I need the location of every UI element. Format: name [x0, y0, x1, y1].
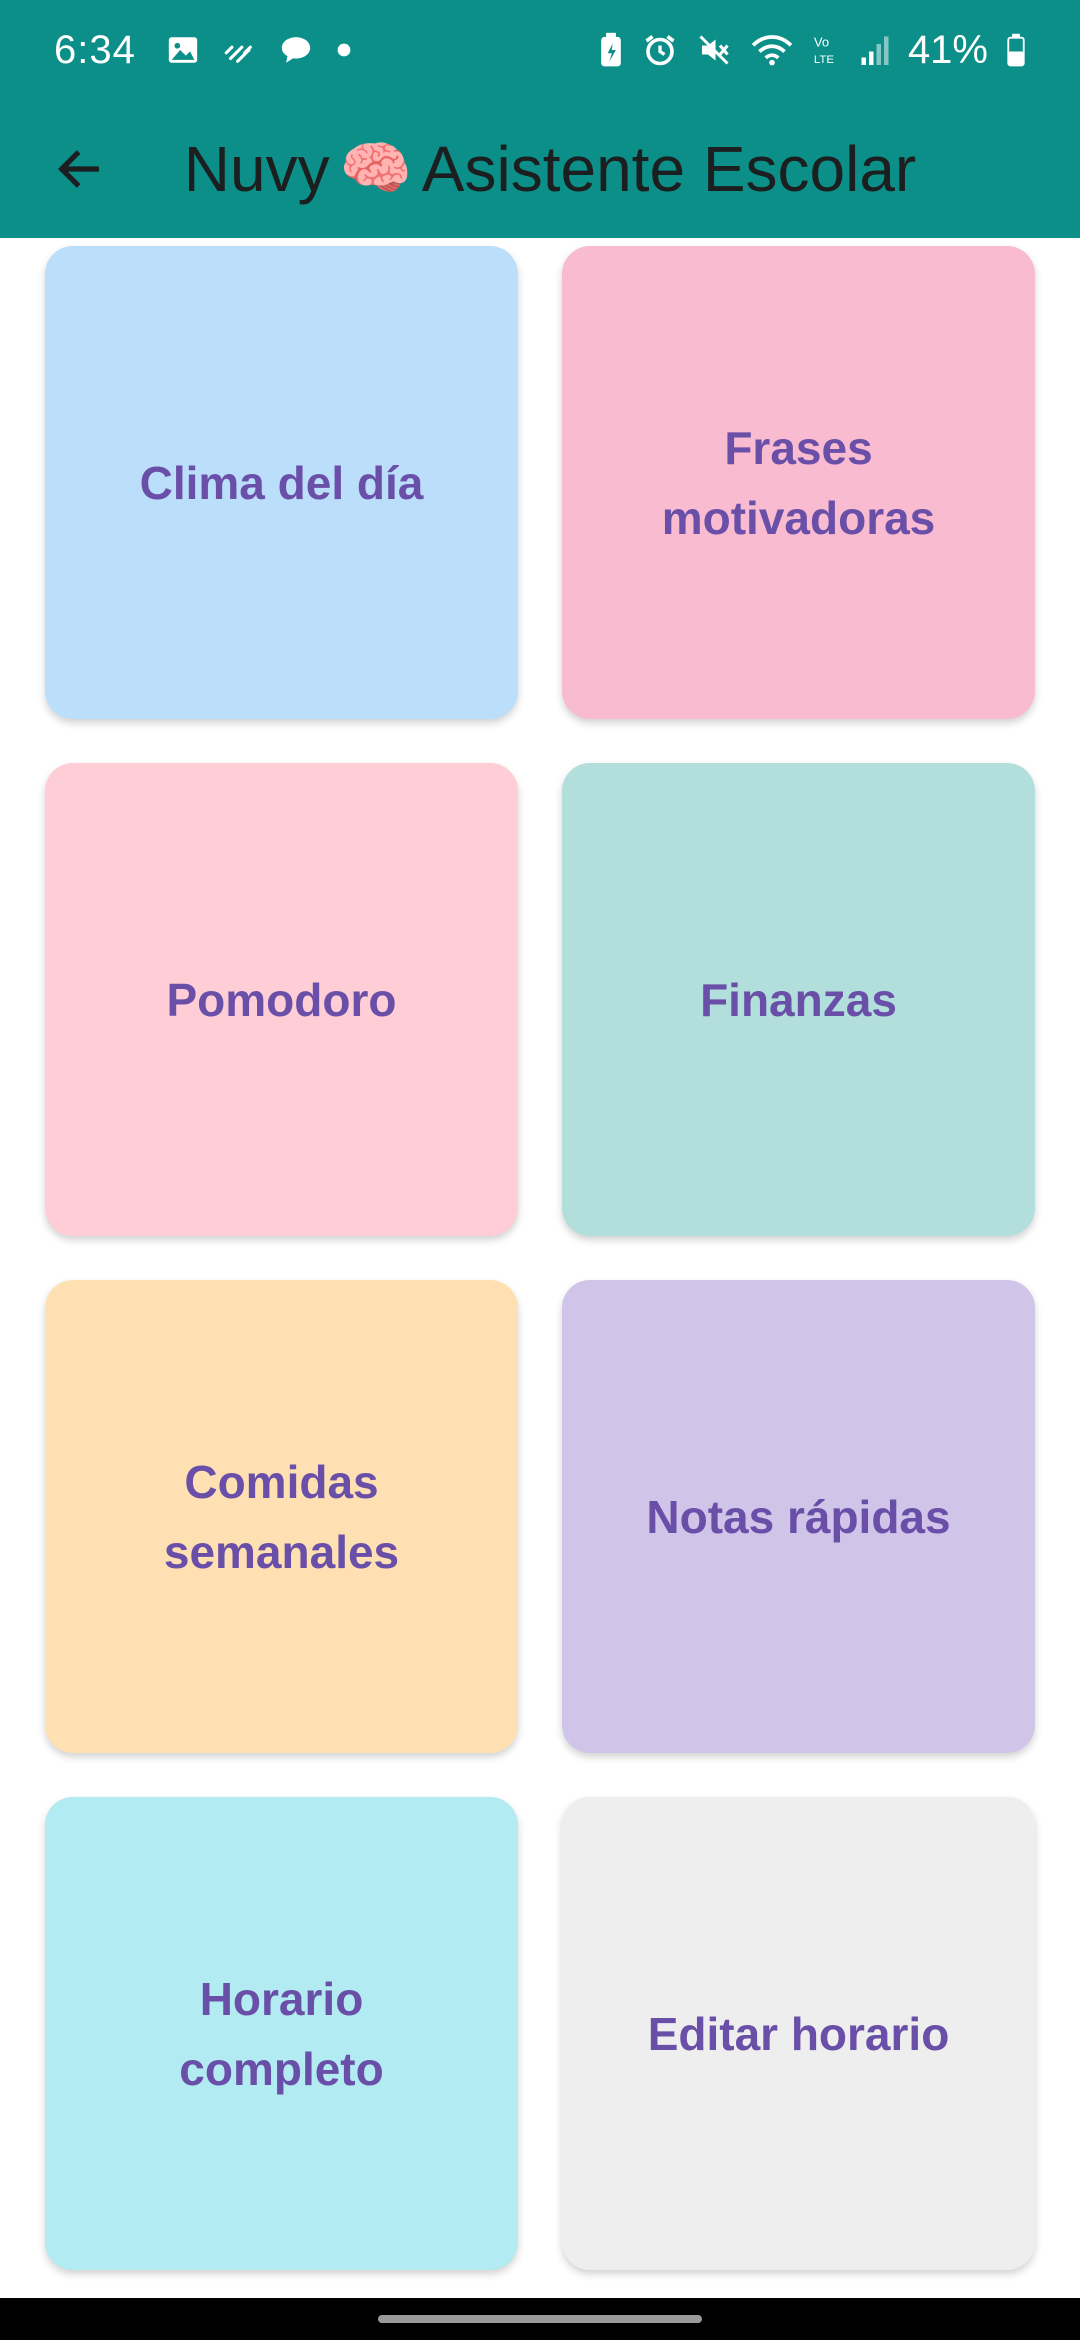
svg-text:LTE: LTE — [814, 54, 834, 66]
tile-label: Notas rápidas — [646, 1490, 951, 1543]
title-text-prefix: Nuvy — [183, 133, 330, 205]
tile-label: Clima del día — [139, 456, 424, 509]
tile-label: Horario completo — [179, 1972, 384, 2095]
tile-label: Finanzas — [700, 973, 897, 1026]
tile-label: Pomodoro — [166, 973, 397, 1026]
title-text-suffix: Asistente Escolar — [421, 133, 917, 205]
signal-icon — [860, 33, 890, 67]
tile-finanzas[interactable]: Finanzas — [562, 763, 1035, 1236]
tile-frases-motivadoras[interactable]: Frases motivadoras — [562, 246, 1035, 719]
volte-icon: Vo LTE — [812, 32, 842, 68]
status-time: 6:34 — [54, 27, 136, 72]
battery-icon — [1006, 33, 1026, 67]
tile-label: Comidas semanales — [163, 1455, 400, 1578]
dot-icon — [336, 42, 352, 58]
back-button[interactable] — [40, 130, 118, 208]
page-title: Nuvy 🧠 Asistente Escolar — [0, 100, 1080, 238]
tile-label: Frases motivadoras — [661, 421, 936, 544]
alarm-icon — [642, 32, 678, 68]
status-bar: 6:34 Vo LTE 41% — [0, 0, 1080, 100]
svg-text:Vo: Vo — [814, 35, 829, 50]
tile-comidas-semanales[interactable]: Comidas semanales — [45, 1280, 518, 1753]
status-notification-icons — [166, 33, 352, 67]
data-activity-icon — [222, 33, 256, 67]
tile-notas-rapidas[interactable]: Notas rápidas — [562, 1280, 1035, 1753]
battery-saver-icon — [598, 32, 624, 68]
system-navigation-bar — [0, 2298, 1080, 2340]
image-icon — [166, 33, 200, 67]
arrow-left-icon — [53, 143, 105, 195]
tile-editar-horario[interactable]: Editar horario — [562, 1797, 1035, 2270]
chat-bubble-icon — [278, 33, 314, 67]
feature-grid: Clima del día Frases motivadoras Pomodor… — [45, 246, 1035, 2270]
app-bar: Nuvy 🧠 Asistente Escolar — [0, 100, 1080, 238]
tile-horario-completo[interactable]: Horario completo — [45, 1797, 518, 2270]
tile-clima-del-dia[interactable]: Clima del día — [45, 246, 518, 719]
tile-pomodoro[interactable]: Pomodoro — [45, 763, 518, 1236]
status-system-icons: Vo LTE 41% — [598, 28, 1026, 73]
mute-icon — [696, 32, 732, 68]
brain-icon: 🧠 — [339, 136, 412, 201]
battery-percentage: 41% — [907, 27, 988, 72]
wifi-icon — [750, 32, 794, 68]
home-indicator[interactable] — [378, 2315, 702, 2323]
tile-label: Editar horario — [647, 2007, 950, 2060]
